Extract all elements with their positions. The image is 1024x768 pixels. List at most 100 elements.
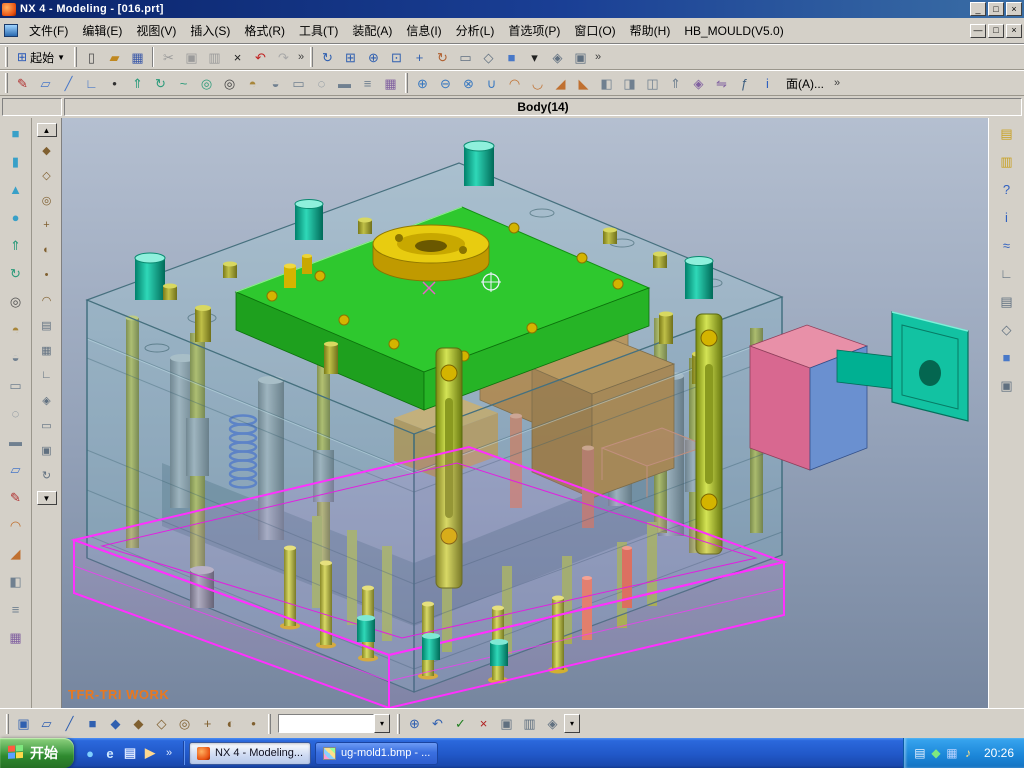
highlight-icon[interactable]: ◈ (541, 713, 564, 735)
undo-icon[interactable]: ↶ (249, 46, 272, 68)
pan-icon[interactable]: + (408, 46, 431, 68)
help-icon[interactable]: ? (994, 177, 1020, 202)
instance-feature-icon[interactable]: ▦ (379, 72, 402, 94)
selection-filter-caret-icon[interactable]: ▾ (374, 714, 390, 733)
toolbar-grip[interactable] (6, 714, 9, 734)
select-scope-icon[interactable]: ▣ (12, 713, 35, 735)
sel-snap-intersection-icon[interactable]: + (196, 713, 219, 735)
tray-network-icon[interactable]: ▦ (944, 746, 960, 760)
tray-antivirus-icon[interactable]: ◆ (928, 746, 944, 760)
toolbar-overflow-chevron[interactable]: » (295, 51, 307, 63)
mdi-minimize-button[interactable]: — (970, 24, 986, 38)
form-pocket-icon[interactable]: ◒ (3, 345, 29, 370)
pad-icon[interactable]: ▭ (287, 72, 310, 94)
groove-icon[interactable]: ◌ (310, 72, 333, 94)
form-sketch-icon[interactable]: ✎ (3, 485, 29, 510)
menu-view[interactable]: 视图(V) (129, 19, 183, 42)
form-datum-plane-icon[interactable]: ▱ (3, 457, 29, 482)
cut-icon[interactable]: ✂ (157, 46, 180, 68)
mirror-body-icon[interactable]: ⇋ (710, 72, 733, 94)
deselect-icon[interactable]: ↶ (426, 713, 449, 735)
mirror-feature-icon[interactable]: ◈ (687, 72, 710, 94)
wcs-display-icon[interactable]: ∟ (994, 261, 1020, 286)
menu-help[interactable]: 帮助(H) (623, 19, 678, 42)
shaded-view-icon[interactable]: ■ (500, 46, 523, 68)
info-icon[interactable]: i (994, 205, 1020, 230)
refresh-view-icon[interactable]: ↻ (316, 46, 339, 68)
sel-snap-center-icon[interactable]: ◎ (173, 713, 196, 735)
menu-edit[interactable]: 编辑(E) (75, 19, 129, 42)
menu-preferences[interactable]: 首选项(P) (501, 19, 567, 42)
quick-launch-ie-icon[interactable]: e (100, 742, 120, 764)
menu-hb-mould[interactable]: HB_MOULD(V5.0) (677, 21, 790, 41)
snap-quadrant-icon[interactable]: ◐ (36, 239, 58, 261)
fit-view-icon[interactable]: ⊞ (339, 46, 362, 68)
snap-intersection-icon[interactable]: + (36, 214, 58, 236)
tube-icon[interactable]: ◎ (195, 72, 218, 94)
sel-snap-quadrant-icon[interactable]: ◐ (219, 713, 242, 735)
scroll-up-icon[interactable]: ▲ (37, 123, 57, 137)
mdi-close-button[interactable]: × (1006, 24, 1022, 38)
toolbar-overflow-chevron[interactable]: » (831, 77, 843, 89)
unite-icon[interactable]: ⊕ (411, 72, 434, 94)
datum-plane-icon[interactable]: ▱ (34, 72, 57, 94)
window-tile-icon[interactable]: ▥ (994, 149, 1020, 174)
filter-body-icon[interactable]: ▣ (495, 713, 518, 735)
sew-icon[interactable]: ∪ (480, 72, 503, 94)
trim-body-icon[interactable]: ◨ (618, 72, 641, 94)
select-edge-icon[interactable]: ╱ (58, 713, 81, 735)
task-button-nx[interactable]: NX 4 - Modeling... (189, 742, 311, 765)
sketch-icon[interactable]: ✎ (11, 72, 34, 94)
toolbar-grip[interactable] (5, 47, 8, 67)
form-pad-icon[interactable]: ▭ (3, 373, 29, 398)
snap-center-icon[interactable]: ◎ (36, 189, 58, 211)
layer-category-icon[interactable]: ▤ (994, 289, 1020, 314)
form-extrude-icon[interactable]: ⇑ (3, 233, 29, 258)
paste-icon[interactable]: ▥ (203, 46, 226, 68)
shell-icon[interactable]: ◧ (595, 72, 618, 94)
quick-launch-desktop-icon[interactable]: ▤ (120, 742, 140, 764)
revolve-icon[interactable]: ↻ (149, 72, 172, 94)
form-slot-icon[interactable]: ▬ (3, 429, 29, 454)
menu-format[interactable]: 格式(R) (237, 19, 292, 42)
offset-face-icon[interactable]: ⇑ (664, 72, 687, 94)
expression-icon[interactable]: ƒ (733, 72, 756, 94)
zoom-in-icon[interactable]: ⊕ (362, 46, 385, 68)
scroll-down-icon[interactable]: ▼ (37, 491, 57, 505)
orient-icon[interactable]: ◈ (36, 389, 58, 411)
sel-snap-point-icon[interactable]: • (242, 713, 265, 735)
form-shell-icon[interactable]: ◧ (3, 569, 29, 594)
filter-component-icon[interactable]: ▥ (518, 713, 541, 735)
select-body-icon[interactable]: ■ (81, 713, 104, 735)
selection-bar-flyout-icon[interactable]: ▾ (564, 714, 580, 733)
locating-ring[interactable] (373, 225, 489, 281)
graphics-window[interactable]: TFR-TRI WORK (62, 118, 988, 708)
select-face-icon[interactable]: ▱ (35, 713, 58, 735)
sweep-icon[interactable]: ~ (172, 72, 195, 94)
datum-csys-icon[interactable]: ∟ (80, 72, 103, 94)
form-instance-icon[interactable]: ▦ (3, 625, 29, 650)
snapshot-icon[interactable]: ▣ (569, 46, 592, 68)
cancel-icon[interactable]: × (472, 713, 495, 735)
toolbar-grip[interactable] (310, 47, 313, 67)
pocket-icon[interactable]: ◒ (264, 72, 287, 94)
mdi-restore-button[interactable]: □ (988, 24, 1004, 38)
menu-insert[interactable]: 插入(S) (183, 19, 237, 42)
form-groove-icon[interactable]: ◌ (3, 401, 29, 426)
face-command-button[interactable]: 面(A)... (779, 72, 831, 94)
snap-existing-point-icon[interactable]: • (36, 264, 58, 286)
snap-midpoint-icon[interactable]: ◇ (36, 164, 58, 186)
close-button[interactable]: × (1006, 2, 1022, 16)
toolbar-grip[interactable] (74, 47, 77, 67)
form-block-icon[interactable]: ■ (3, 121, 29, 146)
face-blend-icon[interactable]: ◡ (526, 72, 549, 94)
sel-snap-midpoint-icon[interactable]: ◇ (150, 713, 173, 735)
front-view-icon[interactable]: ▭ (454, 46, 477, 68)
subtract-icon[interactable]: ⊖ (434, 72, 457, 94)
delete-icon[interactable]: × (226, 46, 249, 68)
shaded-view-caret-icon[interactable]: ▾ (523, 46, 546, 68)
form-cylinder-icon[interactable]: ▮ (3, 149, 29, 174)
menu-file[interactable]: 文件(F) (22, 19, 75, 42)
edge-blend-icon[interactable]: ◠ (503, 72, 526, 94)
chamfer-icon[interactable]: ◢ (549, 72, 572, 94)
